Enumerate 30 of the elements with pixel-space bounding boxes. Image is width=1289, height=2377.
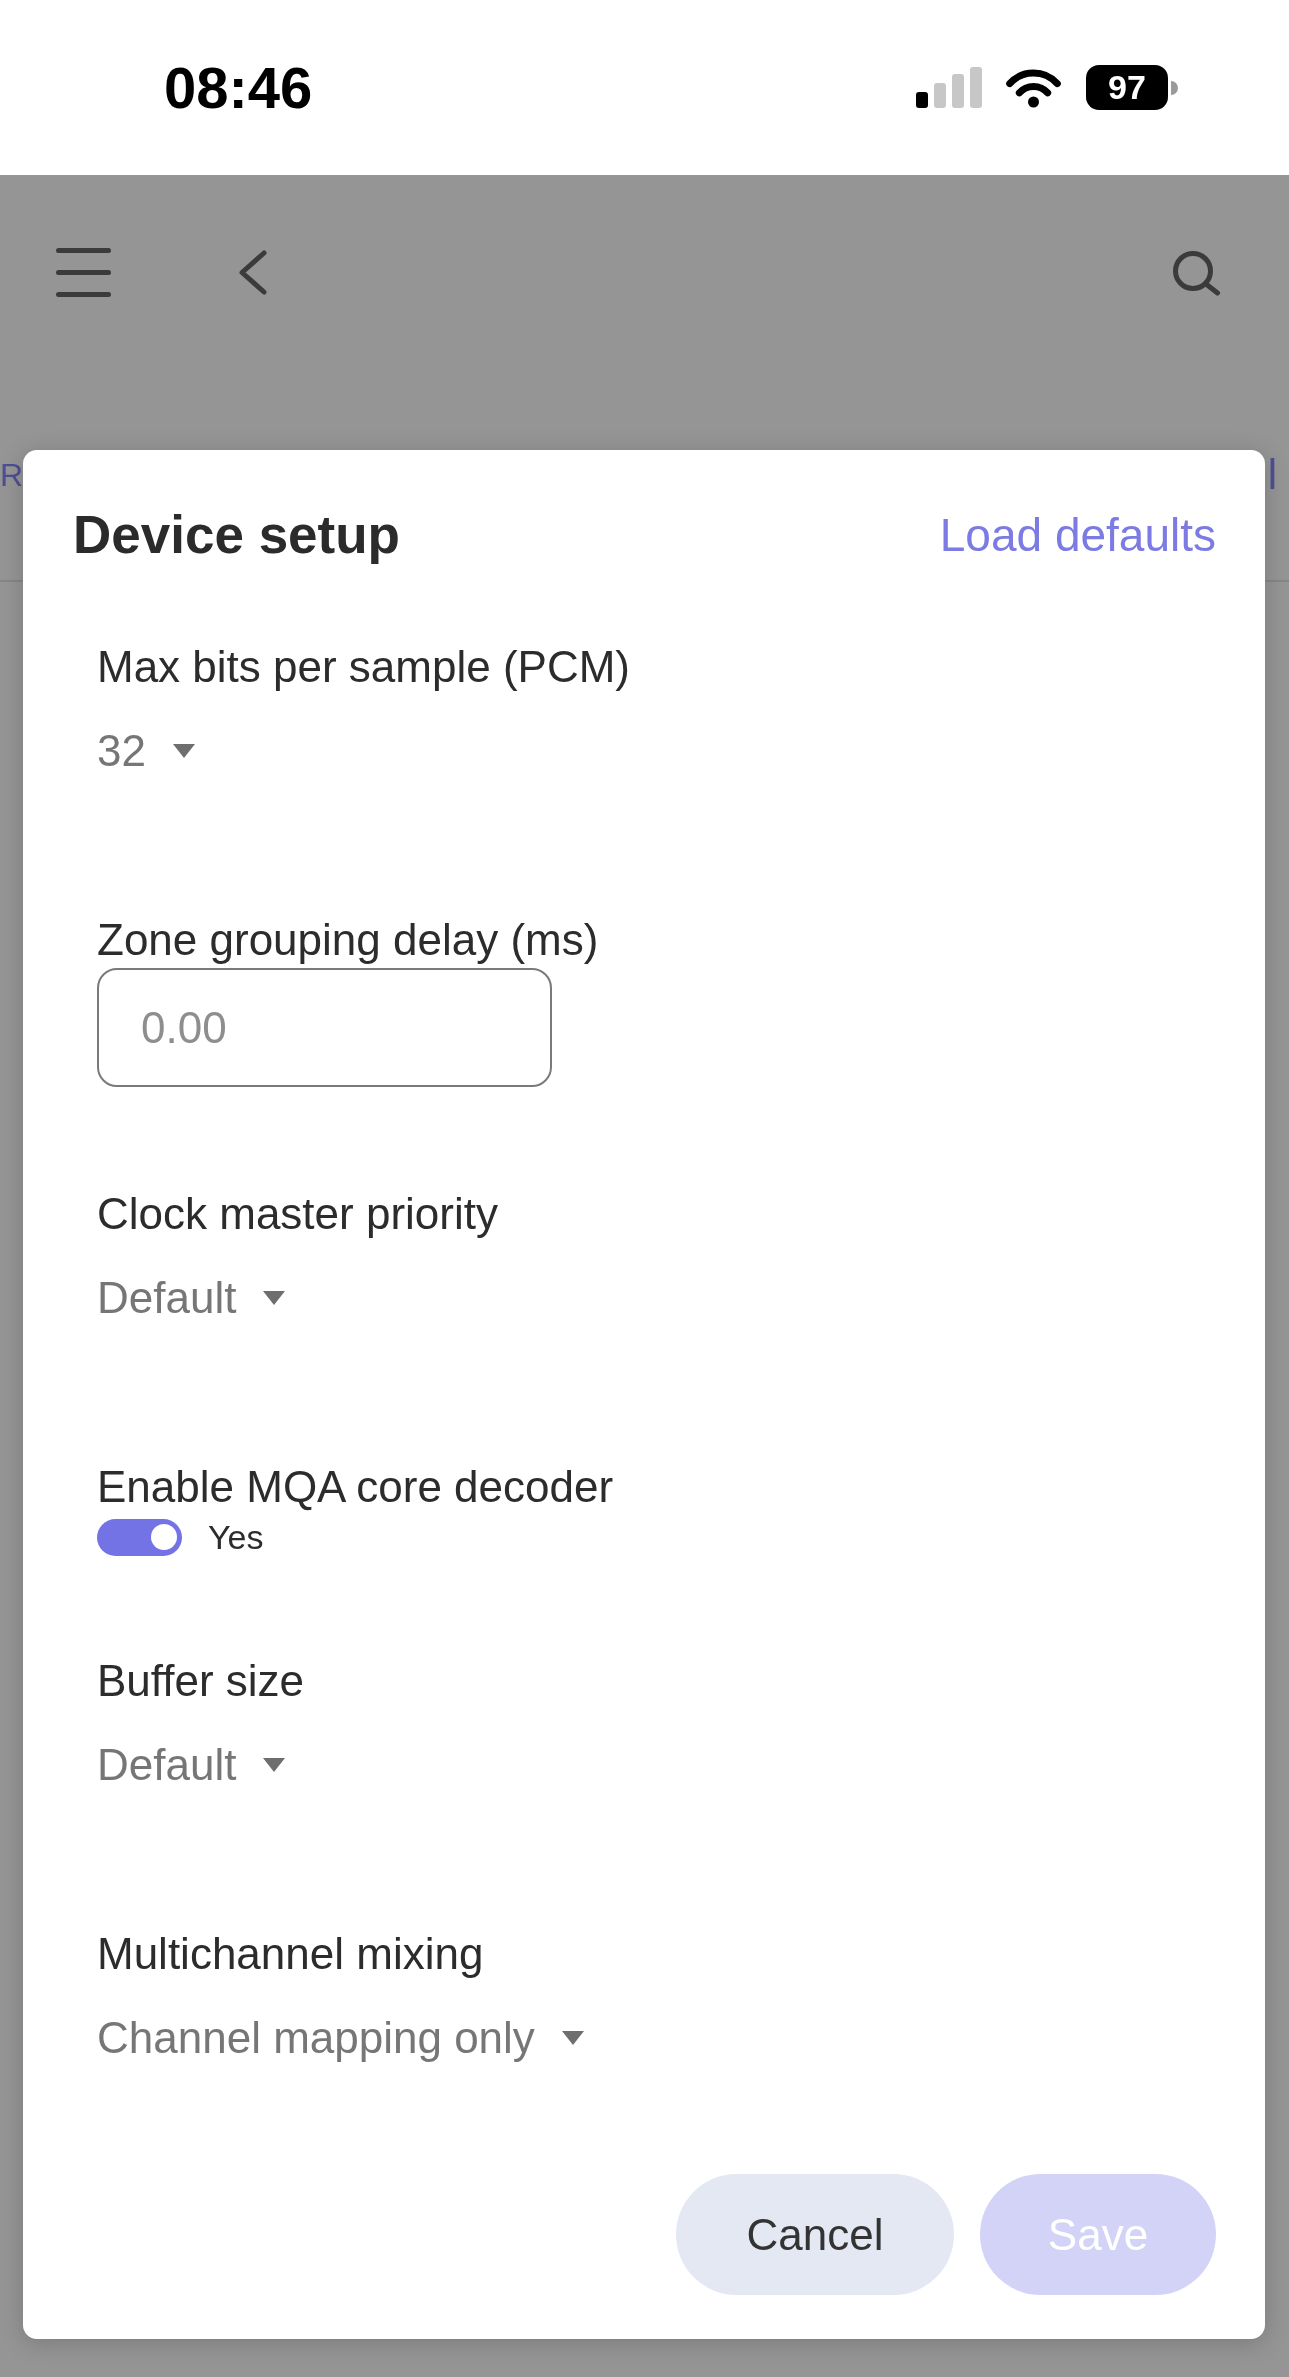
input-field[interactable]: 0.00 [97, 968, 552, 1087]
field-label: Enable MQA core decoder [97, 1461, 614, 1513]
caret-icon [560, 2030, 585, 2046]
dropdown[interactable]: Default [97, 1737, 287, 1793]
field-label: Max bits per sample (PCM) [97, 641, 630, 693]
toggle-switch[interactable] [97, 1518, 182, 1556]
dropdown[interactable]: Default [97, 1270, 287, 1326]
caret-icon [262, 1290, 287, 1306]
field-label: Clock master priority [97, 1188, 498, 1240]
caret-icon [262, 1757, 287, 1773]
field-label: Zone grouping delay (ms) [97, 914, 599, 966]
load-defaults-link[interactable]: Load defaults [939, 505, 1216, 565]
tab-label[interactable]: l [1267, 454, 1277, 496]
back-icon[interactable] [238, 250, 267, 295]
battery-cap-icon [1171, 80, 1178, 95]
caret-icon [171, 743, 196, 759]
field-label: Buffer size [97, 1655, 305, 1707]
battery-percentage: 97 [1086, 65, 1168, 110]
signal-icon [916, 67, 982, 108]
toggle-label: Yes [208, 1517, 264, 1557]
menu-icon[interactable] [56, 248, 111, 297]
tab-label[interactable]: R [0, 459, 24, 491]
wifi-icon [1004, 67, 1063, 108]
field-label: Multichannel mixing [97, 1928, 484, 1980]
status-time: 08:46 [164, 58, 313, 117]
dialog-title: Device setup [73, 504, 400, 566]
dropdown[interactable]: 32 [97, 723, 196, 779]
dropdown[interactable]: Channel mapping only [97, 2010, 585, 2066]
cancel-button[interactable]: Cancel [676, 2174, 954, 2295]
search-icon[interactable] [1172, 249, 1221, 296]
